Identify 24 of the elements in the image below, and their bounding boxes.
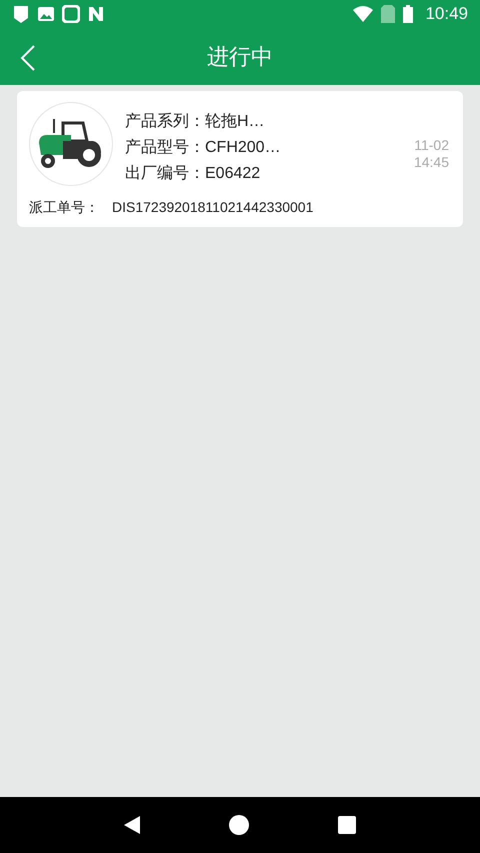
back-nav-button[interactable] [124, 816, 140, 834]
order-time: 14:45 [414, 154, 449, 171]
triangle-icon [124, 816, 140, 834]
field-label: 产品型号： [125, 138, 205, 158]
image-icon [38, 7, 54, 21]
field-value: 轮拖H… [205, 112, 265, 132]
dispatch-number: DIS17239201811021442330001 [112, 198, 314, 217]
back-icon [20, 44, 36, 72]
battery-icon [403, 5, 414, 23]
field-label: 出厂编号： [125, 164, 205, 184]
wifi-icon [353, 6, 374, 22]
dispatch-label: 派工单号： [29, 198, 100, 217]
recents-nav-button[interactable] [338, 816, 356, 834]
square-icon [338, 816, 356, 834]
order-date: 11-02 [414, 137, 449, 154]
circle-icon [228, 815, 249, 835]
home-nav-button[interactable] [228, 815, 249, 835]
field-value: CFH200… [205, 138, 281, 158]
field-label: 产品系列： [125, 112, 205, 132]
page-title: 进行中 [207, 43, 273, 71]
field-value: E06422 [205, 164, 260, 184]
order-card[interactable]: 产品系列：轮拖H… 产品型号：CFH200… 出厂编号：E06422 11-02 14:45 派工单号： DIS17239201811021442330001 [17, 91, 463, 227]
clock-time: 10:49 [425, 3, 468, 26]
no-sim-icon [381, 5, 396, 23]
